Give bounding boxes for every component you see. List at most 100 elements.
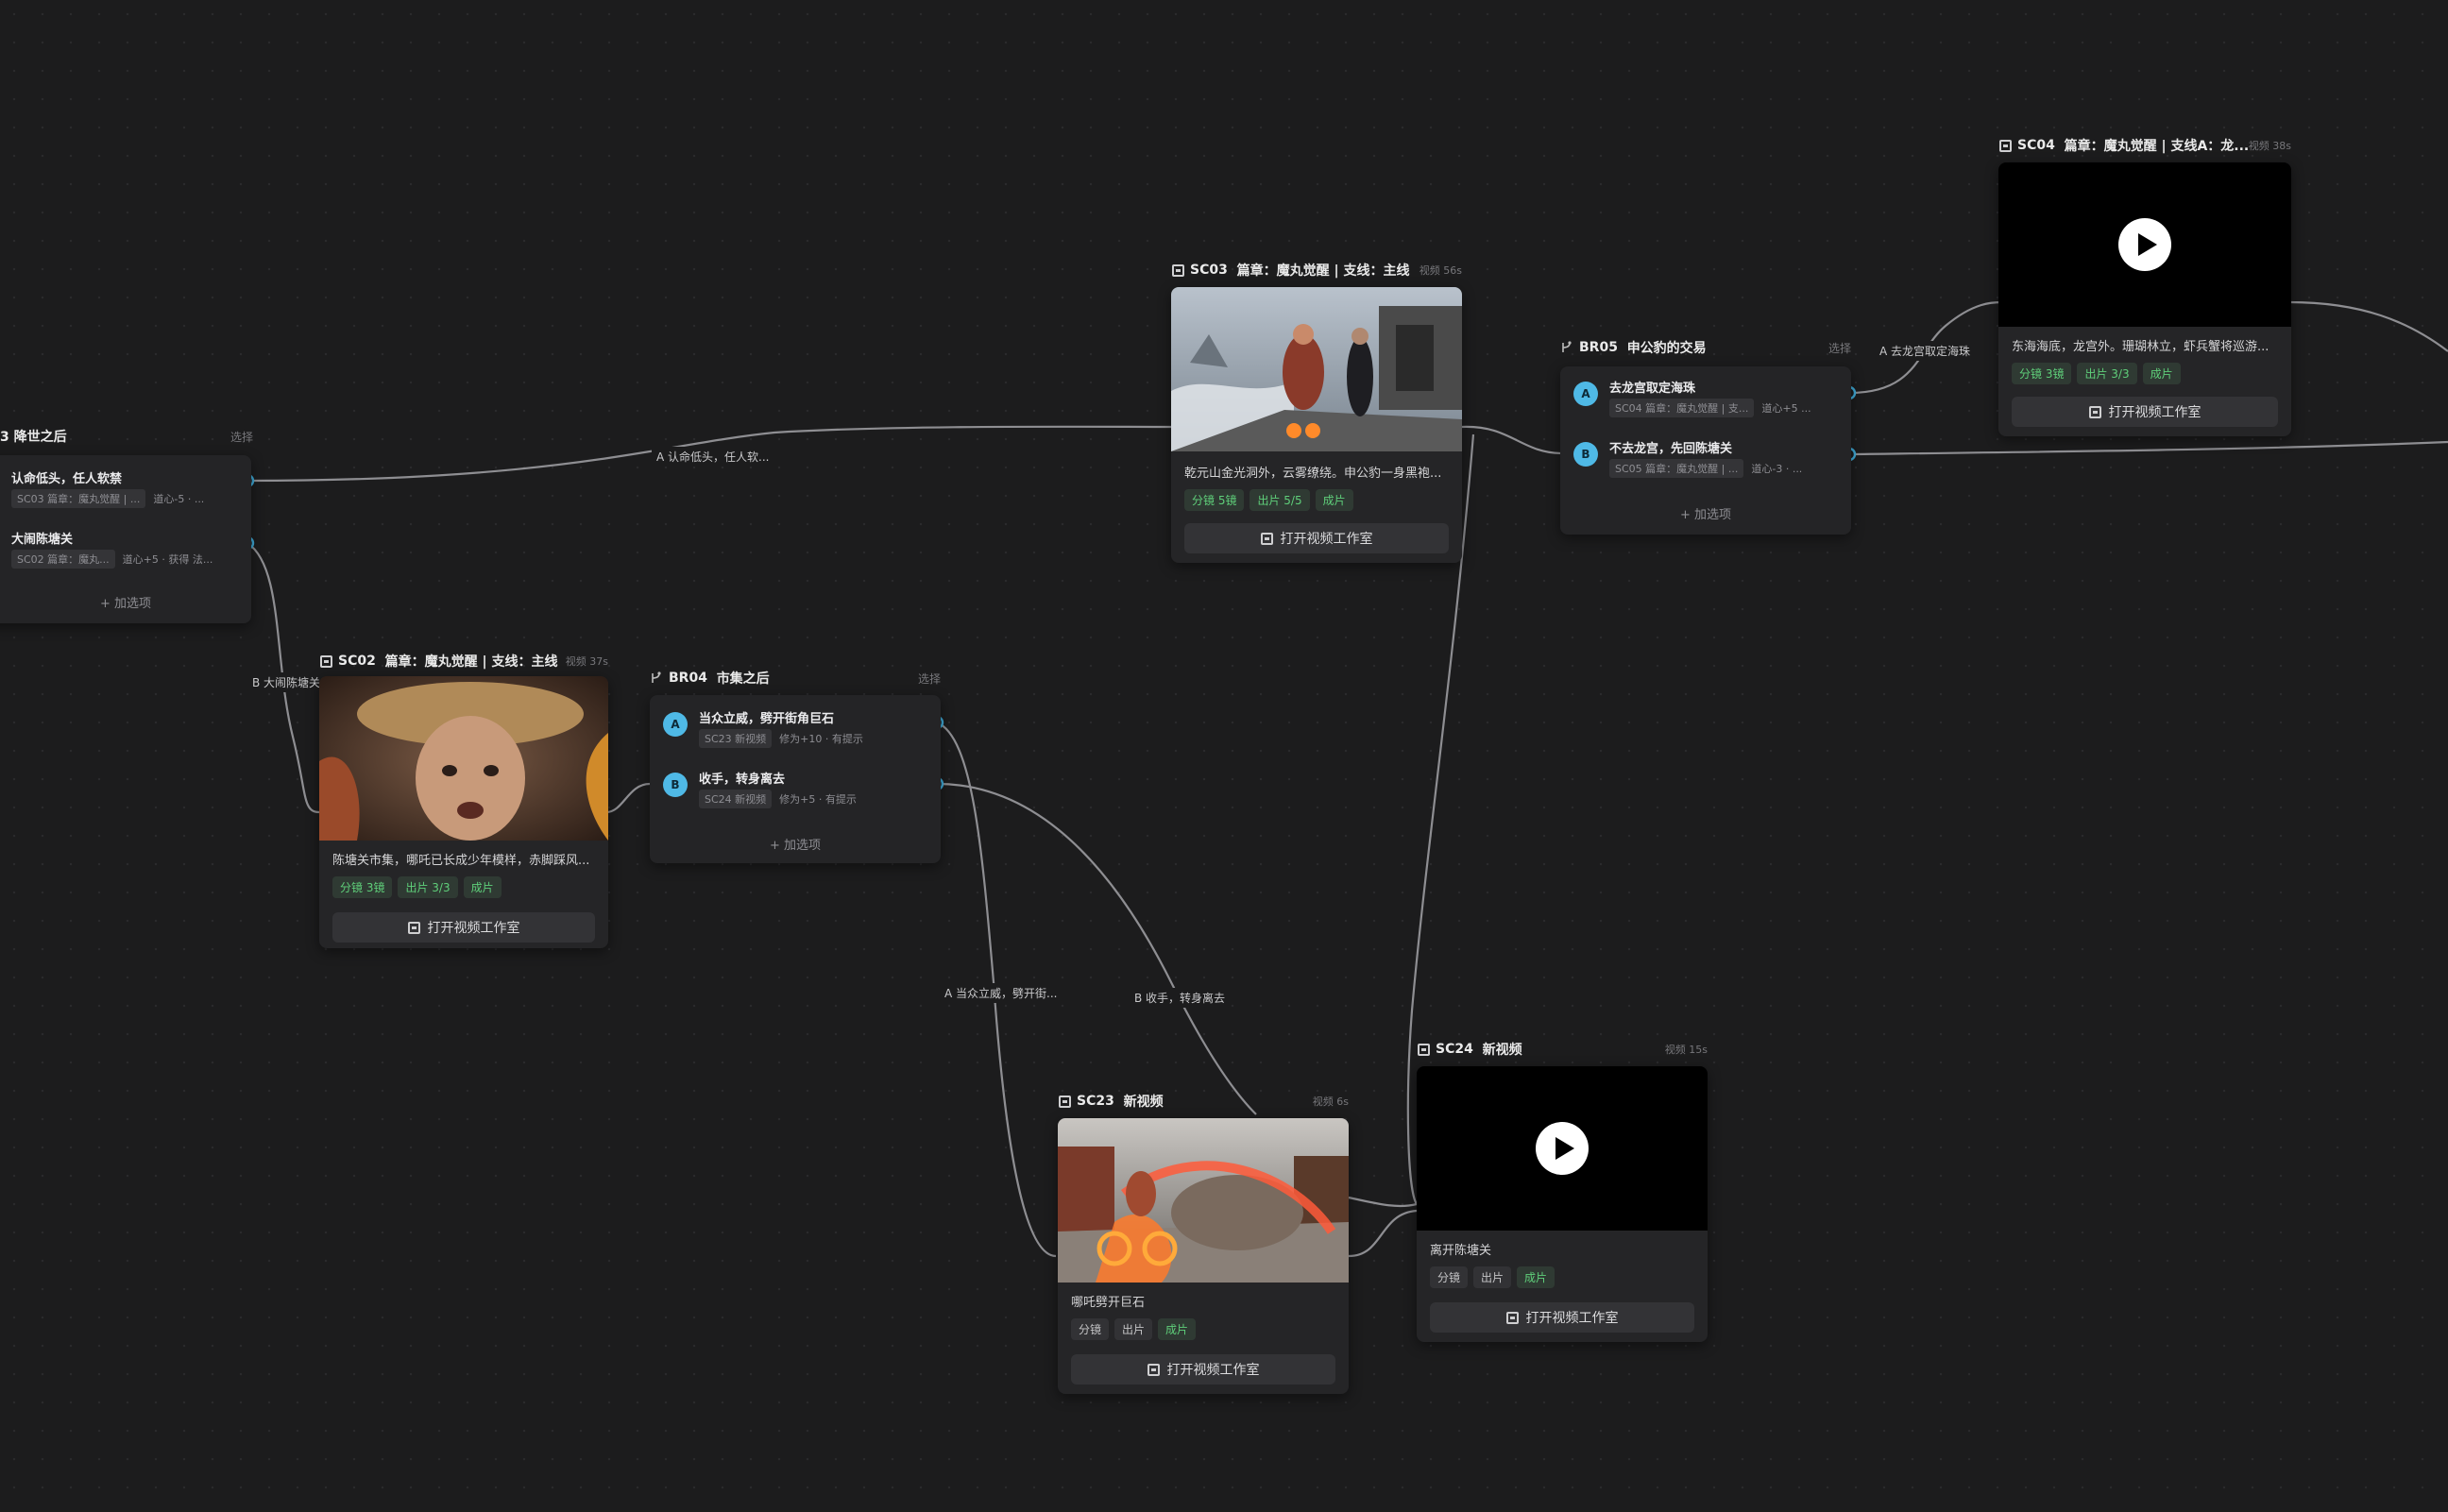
br05-header[interactable]: BR05 申公豹的交易 选择 <box>1560 336 1851 359</box>
sc02-description: 陈塘关市集，哪吒已长成少年模样，赤脚踩风... <box>332 854 590 868</box>
sc02-id: SC02 <box>338 654 376 669</box>
br03-select[interactable]: 选择 <box>230 429 253 445</box>
br05-option-b-sub: SC05 篇章：魔丸觉醒 | ... 道心-3 · ... <box>1609 459 1802 478</box>
edge-br04b-sc24 <box>936 782 1257 1115</box>
branch-icon <box>650 671 663 685</box>
sc04-tag-final[interactable]: 成片 <box>2142 363 2181 384</box>
br05-option-a-sub: SC04 篇章：魔丸觉醒 | 支... 道心+5 ... <box>1609 399 1811 417</box>
br04-option-b-chip: SC24 新视频 <box>699 790 773 808</box>
br05-option-b-chip: SC05 篇章：魔丸觉醒 | ... <box>1609 459 1744 478</box>
sc02-tags: 分镜 3镜 出片 3/3 成片 <box>332 876 502 898</box>
sc03-title: 篇章：魔丸觉醒 | 支线：主线 <box>1236 263 1410 279</box>
br04-option-a-sub: SC23 新视频 修为+10 · 有提示 <box>699 729 863 748</box>
film-icon <box>407 921 420 934</box>
sc03-card[interactable]: 乾元山金光洞外，云雾缭绕。申公豹一身黑袍... 分镜 5镜 出片 5/5 成片 … <box>1171 287 1462 563</box>
play-icon[interactable] <box>2118 218 2171 271</box>
sc02-open-studio-button[interactable]: 打开视频工作室 <box>332 912 595 943</box>
sc03-tag-storyboard[interactable]: 分镜 5镜 <box>1184 489 1245 511</box>
sc24-header[interactable]: SC24 新视频 视频 15s <box>1417 1038 1708 1061</box>
edge-label-b-danao: B 大闹陈塘关 <box>247 672 326 692</box>
br03-option-a-effect: 道心-5 · ... <box>153 493 205 505</box>
br04-header[interactable]: BR04 市集之后 选择 <box>650 667 941 689</box>
sc03-thumbnail[interactable] <box>1171 287 1462 451</box>
sc03-tag-output[interactable]: 出片 5/5 <box>1250 489 1310 511</box>
sc23-tag-final[interactable]: 成片 <box>1158 1318 1197 1340</box>
br05-option-a-chip: SC04 篇章：魔丸觉醒 | 支... <box>1609 399 1755 417</box>
br04-option-b-sub: SC24 新视频 修为+5 · 有提示 <box>699 790 857 808</box>
film-icon <box>1417 1043 1430 1056</box>
edge-sc23-sc24 <box>1348 1196 1418 1208</box>
br05-option-b[interactable]: B 不去龙宫，先回陈塘关 SC05 篇章：魔丸觉醒 | ... 道心-3 · .… <box>1560 433 1851 484</box>
br05-card[interactable]: A 去龙宫取定海珠 SC04 篇章：魔丸觉醒 | 支... 道心+5 ... B… <box>1560 366 1851 535</box>
sc24-tag-output[interactable]: 出片 <box>1473 1266 1512 1288</box>
film-icon <box>319 654 332 668</box>
sc24-description: 离开陈塘关 <box>1430 1244 1492 1258</box>
sc04-id: SC04 <box>2017 138 2055 153</box>
sc04-tag-output[interactable]: 出片 3/3 <box>2077 363 2137 384</box>
br05-title: 申公豹的交易 <box>1626 341 1707 356</box>
sc23-header[interactable]: SC23 新视频 视频 6s <box>1058 1090 1349 1113</box>
br04-card[interactable]: A 当众立威，劈开街角巨石 SC23 新视频 修为+10 · 有提示 B 收手，… <box>650 695 941 863</box>
br03-header[interactable]: 3 降世之后 选择 <box>0 425 253 448</box>
sc24-video-preview[interactable] <box>1417 1066 1708 1231</box>
edge-label-a-dangzhong: A 当众立威，劈开街... <box>940 983 1062 1003</box>
br03-add-option-button[interactable]: + 加选项 <box>0 593 251 611</box>
sc04-card[interactable]: 东海海底，龙宫外。珊瑚林立，虾兵蟹将巡游... 分镜 3镜 出片 3/3 成片 … <box>1998 162 2291 436</box>
sc02-tag-storyboard[interactable]: 分镜 3镜 <box>332 876 393 898</box>
sc02-header[interactable]: SC02 篇章：魔丸觉醒 | 支线：主线 视频 37s <box>319 650 608 672</box>
sc03-tag-final[interactable]: 成片 <box>1315 489 1353 511</box>
br04-id: BR04 <box>669 671 707 686</box>
sc23-title: 新视频 <box>1123 1095 1164 1110</box>
sc23-card[interactable]: 哪吒劈开巨石 分镜 出片 成片 打开视频工作室 <box>1058 1118 1349 1394</box>
sc04-header[interactable]: SC04 篇章：魔丸觉醒 | 支线A：龙... 视频 38s <box>1998 134 2291 157</box>
sc23-id: SC23 <box>1077 1094 1114 1109</box>
sc23-thumbnail[interactable] <box>1058 1118 1349 1283</box>
br03-option-b-title: 大闹陈塘关 <box>11 533 74 547</box>
br04-select[interactable]: 选择 <box>918 671 941 687</box>
sc02-tag-output[interactable]: 出片 3/3 <box>398 876 458 898</box>
sc23-tag-storyboard[interactable]: 分镜 <box>1071 1318 1110 1340</box>
sc03-header[interactable]: SC03 篇章：魔丸觉醒 | 支线：主线 视频 56s <box>1171 259 1462 281</box>
br03-card[interactable]: 认命低头，任人软禁 SC03 篇章：魔丸觉醒 | ... 道心-5 · ... … <box>0 455 251 623</box>
br03-title: 3 降世之后 <box>0 430 67 445</box>
sc02-thumbnail[interactable] <box>319 676 608 841</box>
br05-option-a[interactable]: A 去龙宫取定海珠 SC04 篇章：魔丸觉醒 | 支... 道心+5 ... <box>1560 372 1851 423</box>
br04-add-option-button[interactable]: + 加选项 <box>650 835 941 853</box>
br04-option-b-title: 收手，转身离去 <box>699 773 786 787</box>
sc02-tag-final[interactable]: 成片 <box>463 876 502 898</box>
br03-option-b-chip: SC02 篇章：魔丸... <box>11 550 115 569</box>
sc24-tag-final[interactable]: 成片 <box>1517 1266 1556 1288</box>
br03-option-a-chip: SC03 篇章：魔丸觉醒 | ... <box>11 489 146 508</box>
sc04-open-studio-button[interactable]: 打开视频工作室 <box>2012 397 2278 427</box>
br03-option-b-sub: SC02 篇章：魔丸... 道心+5 · 获得 法... <box>11 550 212 569</box>
sc04-title: 篇章：魔丸觉醒 | 支线A：龙... <box>2064 139 2250 154</box>
sc04-open-studio-label: 打开视频工作室 <box>2108 405 2202 420</box>
br03-option-a-title: 认命低头，任人软禁 <box>11 472 123 486</box>
br04-option-a-title: 当众立威，劈开街角巨石 <box>699 712 835 726</box>
play-icon[interactable] <box>1536 1122 1589 1175</box>
br05-add-option-button[interactable]: + 加选项 <box>1560 504 1851 522</box>
sc23-tag-output[interactable]: 出片 <box>1114 1318 1153 1340</box>
br03-option-b[interactable]: 大闹陈塘关 SC02 篇章：魔丸... 道心+5 · 获得 法... <box>0 523 251 574</box>
sc23-open-studio-label: 打开视频工作室 <box>1166 1363 1260 1378</box>
film-icon <box>1147 1363 1160 1376</box>
film-icon <box>1058 1095 1071 1108</box>
sc03-tags: 分镜 5镜 出片 5/5 成片 <box>1184 489 1353 511</box>
sc24-open-studio-button[interactable]: 打开视频工作室 <box>1430 1302 1694 1333</box>
sc24-card[interactable]: 离开陈塘关 分镜 出片 成片 打开视频工作室 <box>1417 1066 1708 1342</box>
sc04-video-preview[interactable] <box>1998 162 2291 327</box>
br05-select[interactable]: 选择 <box>1828 340 1851 356</box>
br04-option-a-chip: SC23 新视频 <box>699 729 773 748</box>
sc23-open-studio-button[interactable]: 打开视频工作室 <box>1071 1354 1335 1385</box>
sc03-id: SC03 <box>1190 263 1228 278</box>
edge-label-a-qu-longgong: A 去龙宫取定海珠 <box>1875 341 1976 361</box>
edge-sc02-br04 <box>605 782 651 814</box>
sc04-tag-storyboard[interactable]: 分镜 3镜 <box>2012 363 2072 384</box>
br05-option-b-badge: B <box>1573 442 1598 467</box>
br04-option-a[interactable]: A 当众立威，劈开街角巨石 SC23 新视频 修为+10 · 有提示 <box>650 703 941 754</box>
br03-option-a[interactable]: 认命低头，任人软禁 SC03 篇章：魔丸觉醒 | ... 道心-5 · ... <box>0 463 251 514</box>
sc24-tag-storyboard[interactable]: 分镜 <box>1430 1266 1469 1288</box>
sc03-open-studio-button[interactable]: 打开视频工作室 <box>1184 523 1449 553</box>
br04-option-b[interactable]: B 收手，转身离去 SC24 新视频 修为+5 · 有提示 <box>650 763 941 814</box>
sc02-card[interactable]: 陈塘关市集，哪吒已长成少年模样，赤脚踩风... 分镜 3镜 出片 3/3 成片 … <box>319 676 608 948</box>
